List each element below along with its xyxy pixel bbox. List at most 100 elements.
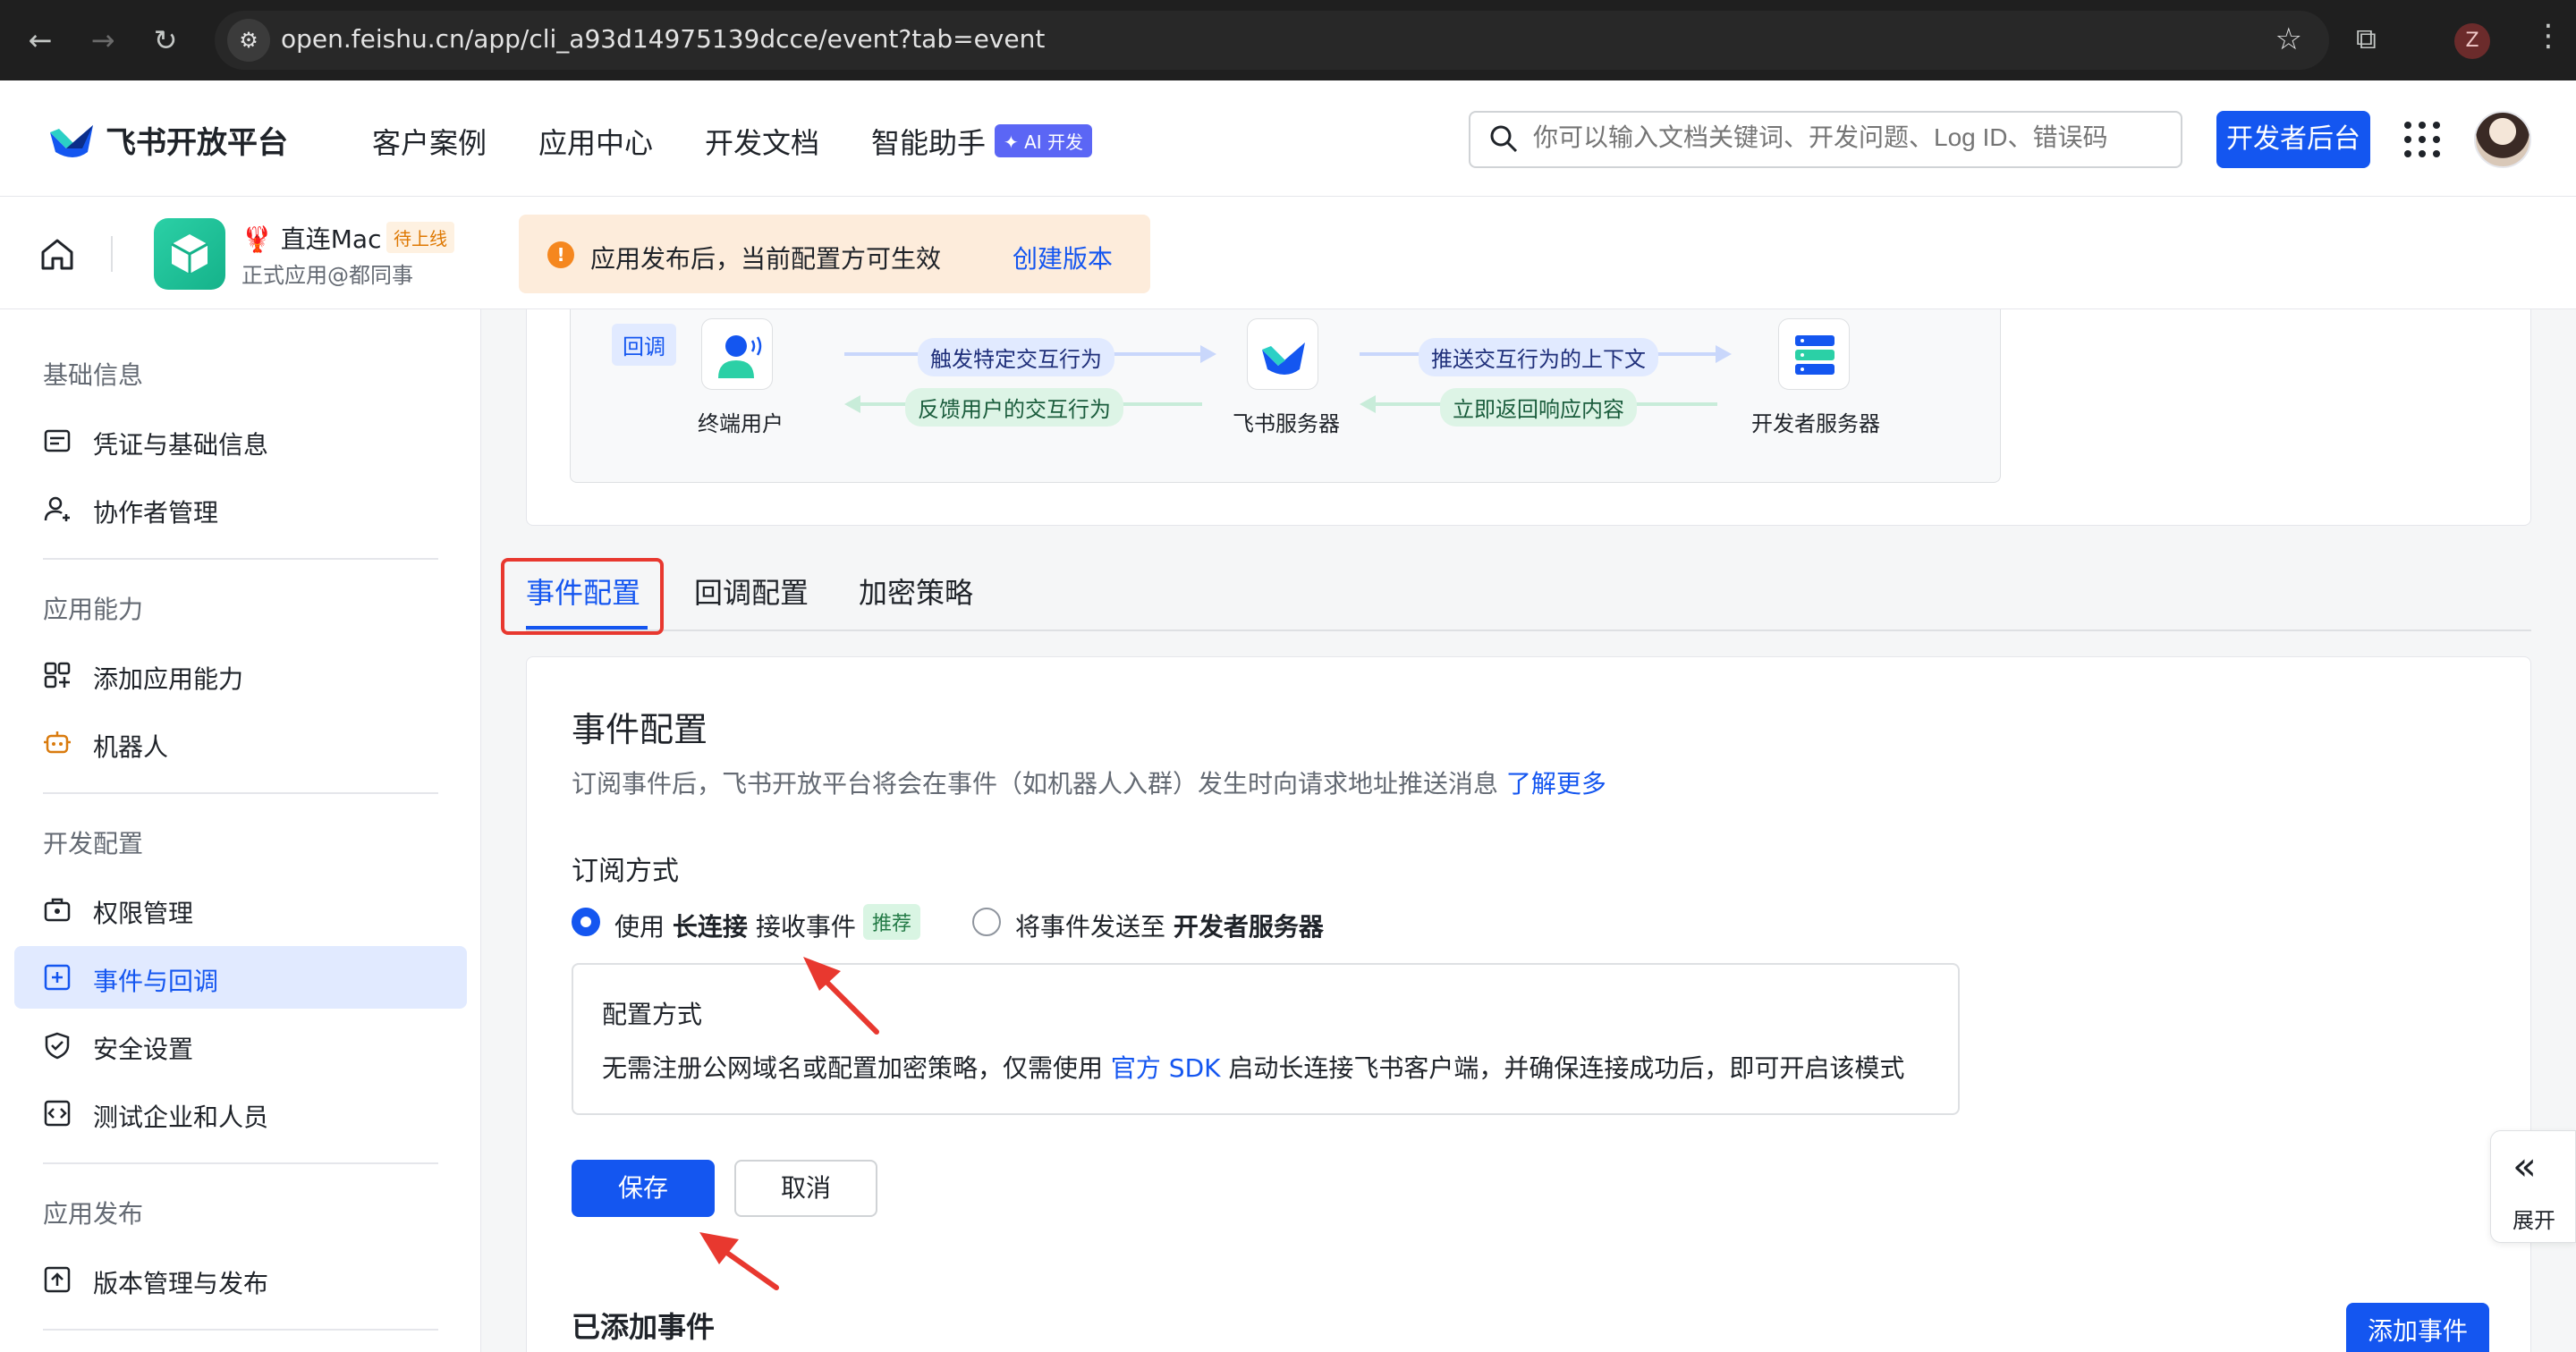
recommend-badge: 推荐 bbox=[863, 904, 921, 940]
shield-check-icon bbox=[45, 1032, 70, 1060]
search-input[interactable] bbox=[1533, 123, 2159, 152]
sidebar-item-label: 凭证与基础信息 bbox=[93, 430, 269, 460]
sidebar-item-bot[interactable]: 机器人 bbox=[14, 712, 467, 774]
section-description: 订阅事件后，飞书开放平台将会在事件（如机器人入群）发生时向请求地址推送消息 了解… bbox=[572, 765, 1606, 800]
label-part: 将事件发送至 bbox=[1015, 912, 1174, 942]
address-bar[interactable]: ⚙ open.feishu.cn/app/cli_a93d14975139dcc… bbox=[215, 11, 2329, 70]
tab-callback-config[interactable]: 回调配置 bbox=[694, 570, 809, 612]
learn-more-link[interactable]: 了解更多 bbox=[1506, 769, 1606, 799]
arrow-left-icon bbox=[844, 395, 860, 413]
search-icon bbox=[1490, 125, 1518, 153]
sidebar-item-collaborators[interactable]: 协作者管理 bbox=[14, 477, 467, 540]
cube-icon bbox=[171, 234, 208, 274]
nav-assistant[interactable]: 智能助手 bbox=[871, 121, 986, 162]
nav-customer-cases[interactable]: 客户案例 bbox=[372, 121, 487, 162]
sidebar-item-versions[interactable]: 版本管理与发布 bbox=[14, 1248, 467, 1311]
robot-icon bbox=[44, 731, 71, 754]
radio-developer-server-label[interactable]: 将事件发送至 开发者服务器 bbox=[1015, 908, 1324, 943]
sidebar-divider bbox=[43, 1162, 438, 1164]
radio-websocket[interactable] bbox=[572, 908, 600, 936]
added-events-title: 已添加事件 bbox=[572, 1310, 716, 1344]
sidebar-divider bbox=[43, 558, 438, 560]
description-text: 订阅事件后，飞书开放平台将会在事件（如机器人入群）发生时向请求地址推送消息 bbox=[572, 769, 1499, 799]
sidebar-group-capability: 应用能力 bbox=[43, 595, 144, 624]
logo-text[interactable]: 飞书开放平台 bbox=[106, 118, 288, 162]
feishu-server-label: 飞书服务器 bbox=[1233, 411, 1340, 436]
callback-flow-card: 回调 终端用户 飞书服务器 开发者服务器 触发特定交互行为 反馈用户的交互行为 … bbox=[526, 309, 2531, 526]
config-mode-description: 无需注册公网域名或配置加密策略，仅需使用 官方 SDK 启动长连接飞书客户端，并… bbox=[602, 1049, 1904, 1085]
radio-websocket-label[interactable]: 使用 长连接 接收事件 bbox=[614, 908, 856, 943]
site-info-icon[interactable]: ⚙ bbox=[227, 19, 270, 62]
apps-grid-icon[interactable] bbox=[2402, 120, 2442, 159]
home-icon[interactable] bbox=[39, 236, 75, 272]
official-sdk-link[interactable]: 官方 SDK bbox=[1111, 1053, 1221, 1083]
sidebar-item-label: 测试企业和人员 bbox=[93, 1103, 269, 1132]
annotation-highlight-box bbox=[501, 558, 664, 635]
event-add-icon bbox=[44, 964, 71, 991]
header-divider bbox=[111, 236, 113, 272]
sidebar-item-test-tenants[interactable]: 测试企业和人员 bbox=[14, 1082, 467, 1145]
upload-box-icon bbox=[44, 1266, 71, 1293]
app-name: 🦞 直连Mac bbox=[242, 224, 382, 254]
sidebar-item-add-capability[interactable]: 添加应用能力 bbox=[14, 644, 467, 706]
user-add-icon bbox=[44, 496, 70, 521]
status-badge: 待上线 bbox=[386, 222, 454, 253]
top-navigation: 飞书开放平台 客户案例 应用中心 开发文档 智能助手 ✦ AI 开发 开发者后台 bbox=[0, 80, 2576, 197]
bookmark-star-icon[interactable]: ☆ bbox=[2275, 21, 2302, 57]
section-title: 事件配置 bbox=[572, 710, 708, 749]
desc-part: 启动长连接飞书客户端，并确保连接成功后，即可开启该模式 bbox=[1220, 1053, 1905, 1083]
sidebar-item-label: 安全设置 bbox=[93, 1035, 194, 1064]
user-avatar[interactable] bbox=[2474, 111, 2531, 168]
flow-label: 反馈用户的交互行为 bbox=[905, 388, 1123, 427]
sidebar-divider bbox=[43, 1329, 438, 1331]
arrow-left-icon bbox=[1360, 395, 1376, 413]
feishu-logo-icon[interactable] bbox=[47, 116, 97, 161]
label-bold: 长连接 bbox=[672, 912, 748, 942]
sidebar-item-credentials[interactable]: 凭证与基础信息 bbox=[14, 410, 467, 472]
sidebar: 基础信息 凭证与基础信息 协作者管理 应用能力 添加应用能力 机器人 开发配置 … bbox=[0, 309, 481, 1352]
tab-encryption[interactable]: 加密策略 bbox=[859, 570, 973, 612]
create-version-link[interactable]: 创建版本 bbox=[1013, 240, 1113, 275]
forward-icon[interactable]: → bbox=[82, 20, 123, 61]
sidebar-item-permissions[interactable]: 权限管理 bbox=[14, 878, 467, 941]
extensions-icon[interactable]: ⧉ bbox=[2356, 21, 2395, 61]
profile-avatar[interactable]: Z bbox=[2454, 23, 2490, 59]
briefcase-lock-icon bbox=[44, 898, 71, 922]
app-subtitle: 正式应用@都同事 bbox=[242, 263, 413, 288]
label-part: 使用 bbox=[614, 912, 673, 942]
sidebar-item-label: 添加应用能力 bbox=[93, 664, 244, 694]
grid-add-icon bbox=[44, 662, 71, 689]
warning-icon: ! bbox=[547, 241, 574, 268]
server-icon bbox=[1795, 335, 1835, 375]
sidebar-item-label: 事件与回调 bbox=[93, 967, 219, 996]
reload-icon[interactable]: ↻ bbox=[145, 20, 186, 61]
add-event-button[interactable]: 添加事件 bbox=[2346, 1303, 2489, 1352]
back-icon[interactable]: ← bbox=[20, 20, 61, 61]
end-user-node bbox=[701, 318, 773, 390]
sidebar-item-security[interactable]: 安全设置 bbox=[14, 1014, 467, 1077]
ai-dev-badge[interactable]: ✦ AI 开发 bbox=[995, 124, 1093, 157]
url-text[interactable]: open.feishu.cn/app/cli_a93d14975139dcce/… bbox=[281, 24, 1045, 54]
publish-notice: ! 应用发布后，当前配置方可生效 创建版本 bbox=[519, 215, 1150, 293]
expand-panel-button[interactable]: « 展开 bbox=[2490, 1130, 2576, 1243]
sidebar-item-events-callbacks[interactable]: 事件与回调 bbox=[14, 946, 467, 1009]
config-mode-box: 配置方式 无需注册公网域名或配置加密策略，仅需使用 官方 SDK 启动长连接飞书… bbox=[572, 963, 1960, 1115]
developer-console-button[interactable]: 开发者后台 bbox=[2216, 111, 2370, 168]
nav-dev-docs[interactable]: 开发文档 bbox=[705, 121, 819, 162]
sidebar-group-basic: 基础信息 bbox=[43, 360, 144, 390]
radio-developer-server[interactable] bbox=[972, 908, 1001, 936]
desc-part: 无需注册公网域名或配置加密策略，仅需使用 bbox=[602, 1053, 1111, 1083]
end-user-label: 终端用户 bbox=[698, 411, 784, 436]
flow-label: 触发特定交互行为 bbox=[918, 338, 1114, 376]
chrome-menu-icon[interactable]: ⋮ bbox=[2533, 18, 2563, 54]
nav-app-center[interactable]: 应用中心 bbox=[538, 121, 653, 162]
search-box[interactable] bbox=[1469, 111, 2182, 168]
browser-toolbar: ← → ↻ ⚙ open.feishu.cn/app/cli_a93d14975… bbox=[0, 0, 2576, 80]
sidebar-item-label: 协作者管理 bbox=[93, 498, 219, 528]
code-box-icon bbox=[44, 1100, 71, 1127]
notice-text: 应用发布后，当前配置方可生效 bbox=[590, 244, 942, 274]
cancel-button[interactable]: 取消 bbox=[734, 1160, 877, 1217]
sidebar-item-label: 机器人 bbox=[93, 732, 169, 762]
developer-server-node bbox=[1778, 318, 1850, 390]
save-button[interactable]: 保存 bbox=[572, 1160, 715, 1217]
